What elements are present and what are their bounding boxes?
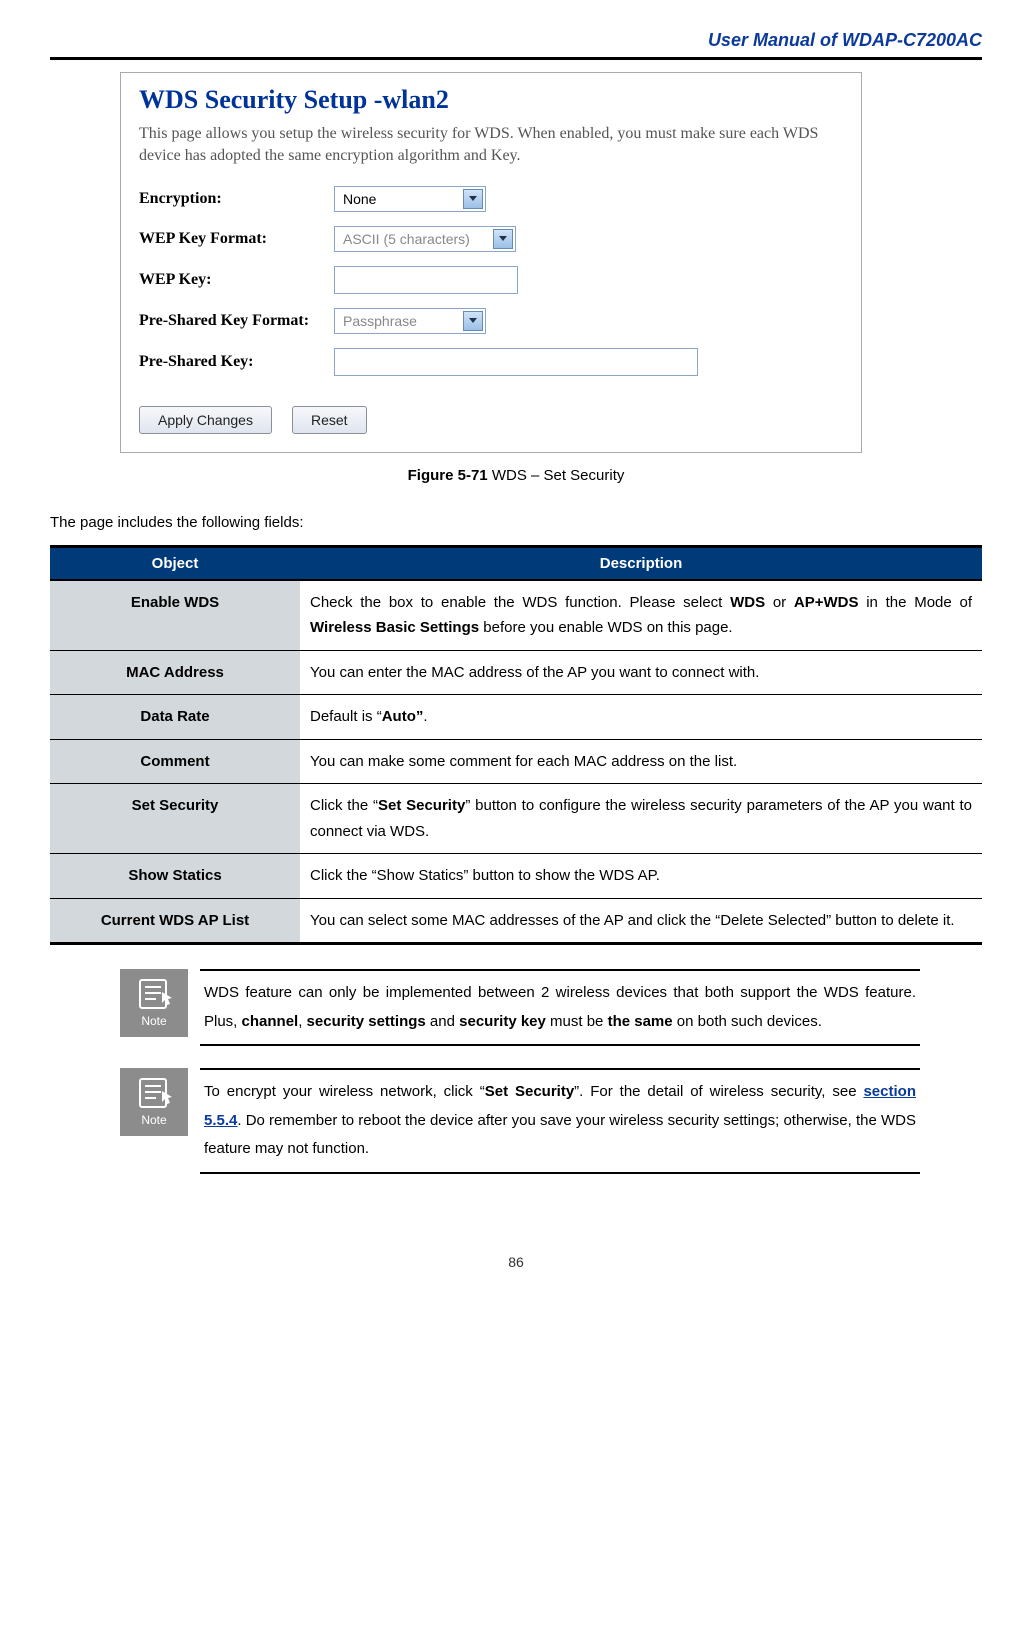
fields-table: Object Description Enable WDSCheck the b… xyxy=(50,545,982,946)
object-cell: Current WDS AP List xyxy=(50,898,300,944)
note-text: To encrypt your wireless network, click … xyxy=(200,1068,920,1174)
wep-format-select: ASCII (5 characters) xyxy=(334,226,516,252)
psk-format-label: Pre-Shared Key Format: xyxy=(139,312,334,330)
screenshot-description: This page allows you setup the wireless … xyxy=(121,123,861,182)
note-icon-label: Note xyxy=(141,1014,166,1028)
note-icon: Note xyxy=(120,969,188,1037)
manual-header: User Manual of WDAP-C7200AC xyxy=(50,30,982,51)
chevron-down-icon xyxy=(493,229,513,249)
table-row: Current WDS AP ListYou can select some M… xyxy=(50,898,982,944)
wep-format-label: WEP Key Format: xyxy=(139,230,334,248)
apply-changes-button[interactable]: Apply Changes xyxy=(139,406,272,434)
table-row: MAC AddressYou can enter the MAC address… xyxy=(50,650,982,695)
encryption-value: None xyxy=(335,191,384,207)
psk-format-value: Passphrase xyxy=(335,313,425,329)
object-cell: MAC Address xyxy=(50,650,300,695)
figure-text: WDS – Set Security xyxy=(488,467,625,484)
intro-text: The page includes the following fields: xyxy=(50,514,982,531)
object-cell: Show Statics xyxy=(50,854,300,899)
object-cell: Data Rate xyxy=(50,695,300,740)
note-block: Note WDS feature can only be implemented … xyxy=(120,969,920,1046)
psk-input[interactable] xyxy=(334,348,698,376)
description-cell: Default is “Auto”. xyxy=(300,695,982,740)
wep-key-label: WEP Key: xyxy=(139,271,334,289)
object-cell: Enable WDS xyxy=(50,580,300,651)
reset-button[interactable]: Reset xyxy=(292,406,367,434)
description-cell: You can select some MAC addresses of the… xyxy=(300,898,982,944)
figure-label: Figure 5-71 xyxy=(408,467,488,484)
description-cell: You can make some comment for each MAC a… xyxy=(300,739,982,784)
description-cell: Click the “Set Security” button to confi… xyxy=(300,784,982,854)
note-icon: Note xyxy=(120,1068,188,1136)
col-object: Object xyxy=(50,546,300,580)
table-row: Set SecurityClick the “Set Security” but… xyxy=(50,784,982,854)
description-cell: Click the “Show Statics” button to show … xyxy=(300,854,982,899)
table-row: Enable WDSCheck the box to enable the WD… xyxy=(50,580,982,651)
note-block: Note To encrypt your wireless network, cl… xyxy=(120,1068,920,1174)
encryption-label: Encryption: xyxy=(139,190,334,208)
col-description: Description xyxy=(300,546,982,580)
table-row: Show StaticsClick the “Show Statics” but… xyxy=(50,854,982,899)
chevron-down-icon xyxy=(463,189,483,209)
note-icon-label: Note xyxy=(141,1113,166,1127)
screenshot-title: WDS Security Setup -wlan2 xyxy=(121,73,861,123)
psk-label: Pre-Shared Key: xyxy=(139,353,334,371)
psk-format-select: Passphrase xyxy=(334,308,486,334)
object-cell: Comment xyxy=(50,739,300,784)
table-row: Data RateDefault is “Auto”. xyxy=(50,695,982,740)
wds-security-screenshot: WDS Security Setup -wlan2 This page allo… xyxy=(120,72,862,453)
table-row: CommentYou can make some comment for eac… xyxy=(50,739,982,784)
note-text: WDS feature can only be implemented betw… xyxy=(200,969,920,1046)
description-cell: Check the box to enable the WDS function… xyxy=(300,580,982,651)
description-cell: You can enter the MAC address of the AP … xyxy=(300,650,982,695)
encryption-select[interactable]: None xyxy=(334,186,486,212)
wep-key-input[interactable] xyxy=(334,266,518,294)
page-number: 86 xyxy=(50,1254,982,1270)
object-cell: Set Security xyxy=(50,784,300,854)
wep-format-value: ASCII (5 characters) xyxy=(335,231,478,247)
header-rule xyxy=(50,57,982,60)
figure-caption: Figure 5-71 WDS – Set Security xyxy=(50,467,982,484)
chevron-down-icon xyxy=(463,311,483,331)
